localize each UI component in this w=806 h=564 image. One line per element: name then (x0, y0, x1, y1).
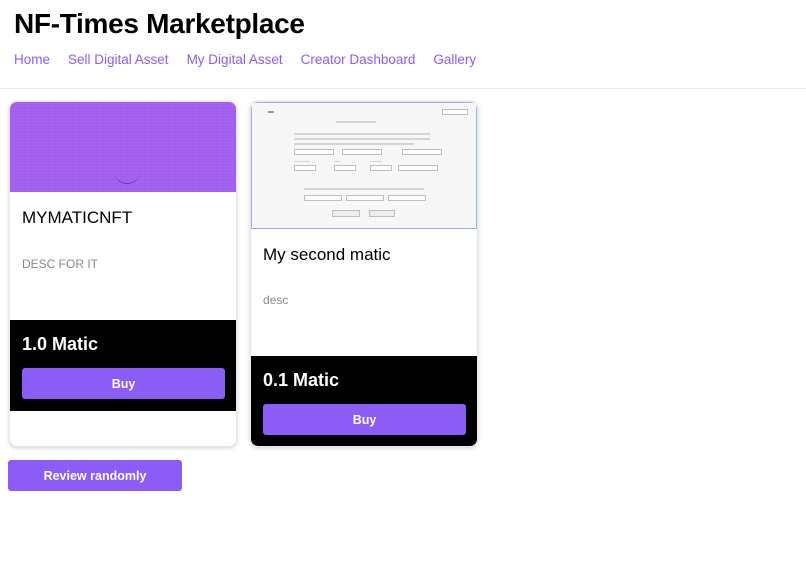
main-nav: Home Sell Digital Asset My Digital Asset… (14, 52, 494, 67)
image-detail (402, 149, 442, 155)
nft-emblem-icon (114, 158, 140, 184)
image-detail (294, 165, 316, 171)
image-detail (332, 210, 360, 217)
image-detail (304, 188, 424, 190)
nft-description: desc (263, 293, 289, 307)
image-detail (294, 138, 430, 140)
nft-name: MYMATICNFT (22, 208, 133, 227)
nav-creator-dashboard[interactable]: Creator Dashboard (301, 52, 416, 67)
image-detail (294, 143, 414, 145)
nft-name: My second matic (263, 245, 391, 264)
image-detail (294, 161, 310, 162)
image-detail (370, 161, 382, 162)
image-detail (334, 165, 356, 171)
nft-price: 0.1 Matic (263, 370, 340, 390)
image-detail (268, 111, 274, 113)
nav-sell-digital-asset[interactable]: Sell Digital Asset (68, 52, 169, 67)
buy-button[interactable]: Buy (22, 368, 225, 399)
image-detail (346, 195, 384, 201)
image-detail (342, 149, 382, 155)
image-detail (370, 165, 392, 171)
nav-my-digital-asset[interactable]: My Digital Asset (187, 52, 283, 67)
header: NF-Times Marketplace Home Sell Digital A… (0, 0, 806, 89)
nav-gallery[interactable]: Gallery (433, 52, 476, 67)
nft-card: My second matic desc 0.1 Matic Buy (250, 101, 478, 447)
price-panel: 0.1 Matic Buy (251, 356, 477, 446)
nft-image (10, 102, 236, 192)
nav-home[interactable]: Home (14, 52, 50, 67)
nft-description: DESC FOR IT (22, 257, 99, 271)
image-detail (304, 195, 342, 201)
image-detail (388, 195, 426, 201)
price-panel: 1.0 Matic Buy (10, 320, 236, 411)
image-detail (369, 210, 395, 217)
nft-price: 1.0 Matic (22, 334, 99, 354)
image-detail (442, 109, 468, 115)
review-randomly-button[interactable]: Review randomly (8, 460, 182, 491)
nft-image (251, 102, 477, 229)
image-detail (294, 133, 430, 135)
site-title: NF-Times Marketplace (14, 8, 305, 39)
image-detail (398, 165, 438, 171)
image-detail (294, 149, 334, 155)
image-detail (336, 121, 376, 123)
buy-button[interactable]: Buy (263, 404, 466, 435)
image-detail (334, 161, 340, 162)
nft-card: MYMATICNFT DESC FOR IT 1.0 Matic Buy (9, 101, 237, 447)
